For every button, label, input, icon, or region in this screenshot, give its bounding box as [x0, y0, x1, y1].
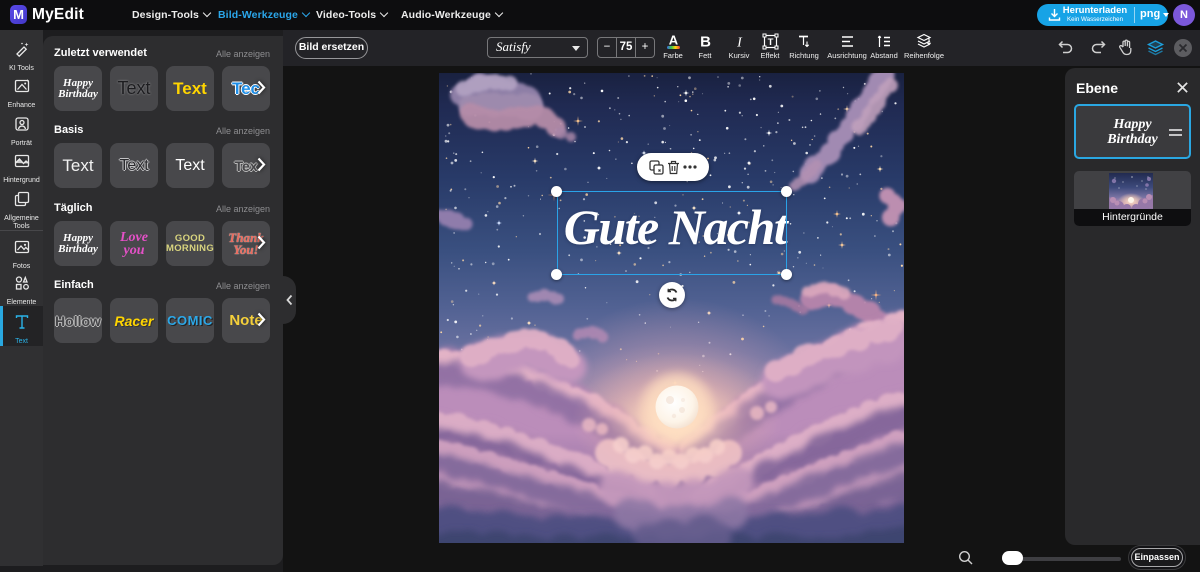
svg-text:A: A [668, 33, 678, 48]
svg-text:T: T [767, 37, 773, 48]
svg-text:B: B [700, 34, 711, 51]
svg-text:I: I [736, 36, 743, 51]
